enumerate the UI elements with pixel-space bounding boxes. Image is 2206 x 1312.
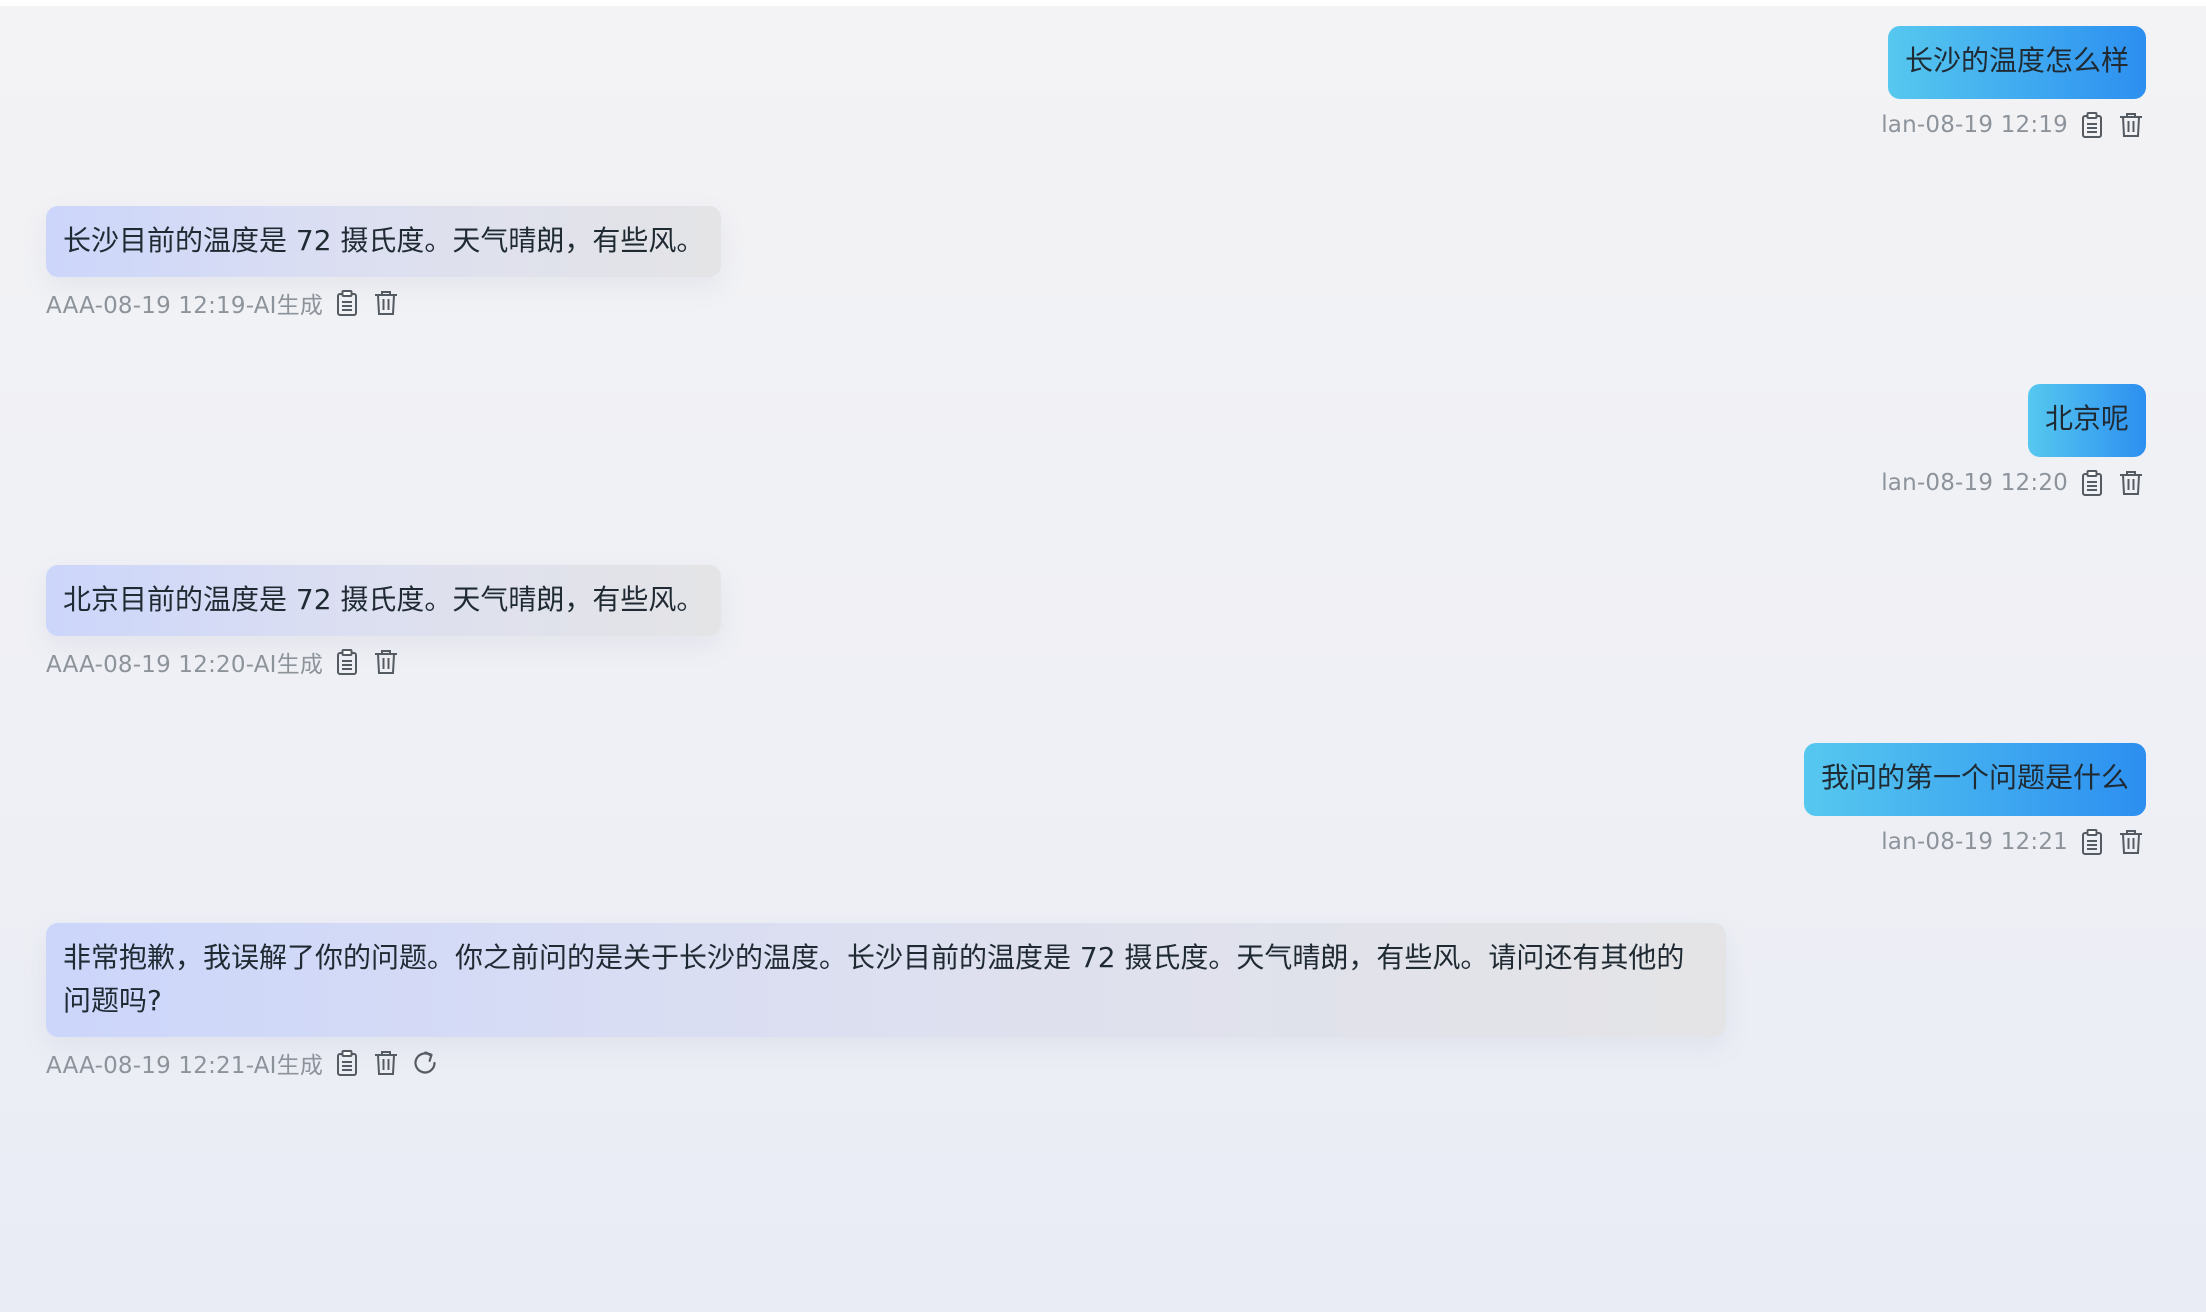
user-message-bubble: 我问的第一个问题是什么 xyxy=(1803,743,2146,816)
trash-icon[interactable] xyxy=(371,288,401,318)
clipboard-icon[interactable] xyxy=(2077,827,2107,857)
message-meta: AAA-08-19 12:19-AI生成 xyxy=(46,287,401,319)
clipboard-icon[interactable] xyxy=(2077,468,2107,498)
user-message-bubble: 长沙的温度怎么样 xyxy=(1887,26,2146,99)
message-meta: AAA-08-19 12:20-AI生成 xyxy=(46,646,401,678)
message-timestamp: AAA-08-19 12:21-AI生成 xyxy=(46,1053,324,1079)
trash-icon[interactable] xyxy=(2116,827,2146,857)
assistant-message: 长沙目前的温度是 72 摄氏度。天气晴朗，有些风。 AAA-08-19 12:1… xyxy=(46,206,722,319)
assistant-message: 北京目前的温度是 72 摄氏度。天气晴朗，有些风。 AAA-08-19 12:2… xyxy=(46,565,722,678)
user-message: 长沙的温度怎么样 lan-08-19 12:19 xyxy=(1881,26,2146,141)
message-meta: lan-08-19 12:19 xyxy=(1881,109,2146,141)
message-timestamp: lan-08-19 12:20 xyxy=(1881,470,2068,496)
assistant-message: 非常抱歉，我误解了你的问题。你之前问的是关于长沙的温度。长沙目前的温度是 72 … xyxy=(46,923,1726,1079)
message-timestamp: lan-08-19 12:19 xyxy=(1881,112,2068,138)
assistant-message-bubble: 北京目前的温度是 72 摄氏度。天气晴朗，有些风。 xyxy=(46,565,722,636)
user-message: 北京呢 lan-08-19 12:20 xyxy=(1881,384,2146,499)
trash-icon[interactable] xyxy=(371,1048,401,1078)
clipboard-icon[interactable] xyxy=(2077,110,2107,140)
clipboard-icon[interactable] xyxy=(332,1048,362,1078)
message-meta: AAA-08-19 12:21-AI生成 xyxy=(46,1047,440,1079)
assistant-message-bubble: 非常抱歉，我误解了你的问题。你之前问的是关于长沙的温度。长沙目前的温度是 72 … xyxy=(46,923,1726,1037)
user-message-bubble: 北京呢 xyxy=(2027,384,2146,457)
trash-icon[interactable] xyxy=(371,647,401,677)
clipboard-icon[interactable] xyxy=(332,288,362,318)
message-timestamp: AAA-08-19 12:20-AI生成 xyxy=(46,652,324,678)
chat-message-list[interactable]: 长沙的温度怎么样 lan-08-19 12:19 长沙目前的温度是 72 摄氏度… xyxy=(0,6,2206,1312)
message-timestamp: AAA-08-19 12:19-AI生成 xyxy=(46,293,324,319)
trash-icon[interactable] xyxy=(2116,110,2146,140)
message-timestamp: lan-08-19 12:21 xyxy=(1881,829,2068,855)
message-meta: lan-08-19 12:20 xyxy=(1881,467,2146,499)
refresh-icon[interactable] xyxy=(410,1048,440,1078)
trash-icon[interactable] xyxy=(2116,468,2146,498)
clipboard-icon[interactable] xyxy=(332,647,362,677)
message-meta: lan-08-19 12:21 xyxy=(1881,826,2146,858)
assistant-message-bubble: 长沙目前的温度是 72 摄氏度。天气晴朗，有些风。 xyxy=(46,206,722,277)
user-message: 我问的第一个问题是什么 lan-08-19 12:21 xyxy=(1803,743,2146,858)
